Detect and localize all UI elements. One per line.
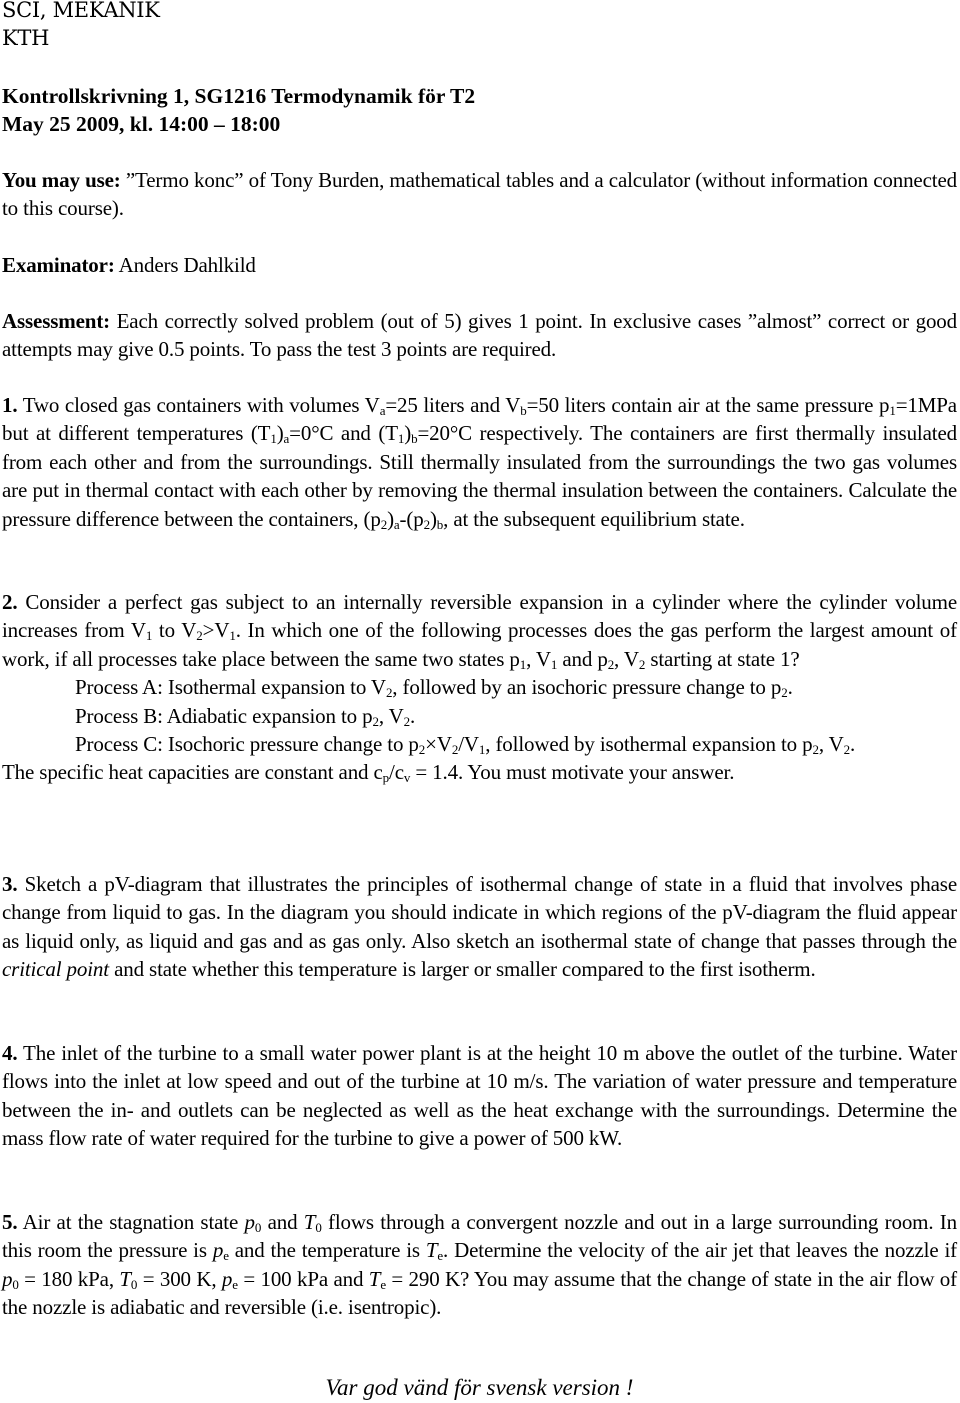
problem-5: 5. Air at the stagnation state p0 and T0… — [2, 1208, 957, 1322]
problem-1-text: 1. Two closed gas containers with volume… — [2, 393, 957, 532]
assessment: Assessment: Each correctly solved proble… — [2, 309, 957, 362]
exam-date: May 25 2009, kl. 14:00 – 18:00 — [2, 112, 281, 136]
examinator: Examinator: Anders Dahlkild — [2, 253, 256, 277]
problem-number: 3. — [2, 872, 18, 896]
problem-3-text: 3. Sketch a pV-diagram that illustrates … — [2, 872, 957, 982]
problem-number: 2. — [2, 590, 18, 614]
problem-5-text: 5. Air at the stagnation state p0 and T0… — [2, 1210, 958, 1320]
problem-4: 4. The inlet of the turbine to a small w… — [2, 1039, 957, 1153]
problem-number: 1. — [2, 393, 18, 417]
turn-page-note: Var god vänd för svensk version ! — [325, 1375, 634, 1400]
allowed-aids: You may use: ”Termo konc” of Tony Burden… — [2, 168, 957, 221]
problem-4-text: 4. The inlet of the turbine to a small w… — [2, 1041, 957, 1151]
exam-title: Kontrollskrivning 1, SG1216 Termodynamik… — [2, 84, 476, 108]
problem-number: 4. — [2, 1041, 18, 1065]
problem-2-closing: The specific heat capacities are constan… — [2, 760, 735, 786]
institution-label: KTH — [2, 26, 50, 50]
department-label: SCI, MEKANIK — [2, 0, 160, 22]
problem-1: 1. Two closed gas containers with volume… — [2, 391, 957, 533]
process-b: Process B: Adiabatic expansion to p2, V2… — [75, 703, 416, 729]
problem-2-text: 2. Consider a perfect gas subject to an … — [2, 590, 957, 672]
process-a: Process A: Isothermal expansion to V2, f… — [75, 675, 793, 701]
problem-2: 2. Consider a perfect gas subject to an … — [2, 588, 957, 787]
problem-3: 3. Sketch a pV-diagram that illustrates … — [2, 870, 957, 984]
problem-number: 5. — [2, 1210, 18, 1234]
process-c: Process C: Isochoric pressure change to … — [75, 732, 856, 758]
